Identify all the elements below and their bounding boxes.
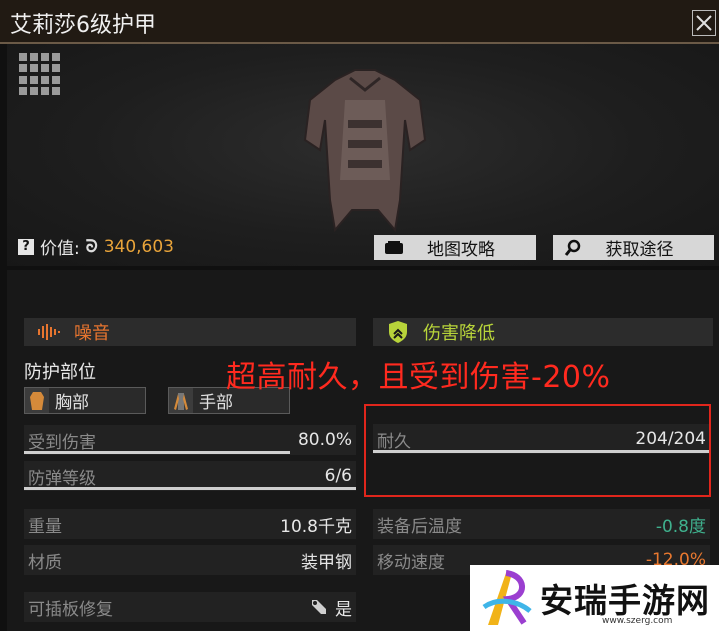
obtain-route-label: 获取途径 — [605, 240, 674, 260]
wrench-icon — [312, 600, 326, 614]
value-row: ? 价值: ᘐ 340,603 — [18, 234, 174, 259]
item-title: 艾莉莎6级护甲 — [10, 13, 156, 38]
value-amount: 340,603 — [103, 236, 175, 257]
currency-icon: ᘐ — [85, 236, 98, 257]
noise-label: 噪音 — [74, 323, 110, 344]
watermark-name: 安瑞手游网 — [540, 581, 710, 620]
stat-label: 防弹等级 — [28, 468, 96, 489]
close-icon — [696, 15, 712, 31]
protection-part-chest[interactable]: 胸部 — [24, 387, 146, 414]
shield-icon — [373, 320, 423, 344]
stat-label: 受到伤害 — [28, 432, 96, 453]
part-chest-label: 胸部 — [55, 393, 89, 413]
highlight-box — [364, 404, 711, 497]
stat-plate-repair: 可插板修复 是 — [24, 592, 356, 622]
search-icon — [553, 239, 593, 257]
watermark-logo-icon — [482, 570, 532, 625]
stat-value: 80.0% — [297, 430, 352, 450]
stat-value: 10.8千克 — [280, 516, 352, 537]
value-label: 价值: — [40, 239, 80, 259]
stat-value: 装甲钢 — [301, 552, 352, 573]
noise-icon — [24, 323, 74, 341]
damage-reduction-label: 伤害降低 — [423, 323, 495, 344]
stat-value: 6/6 — [324, 466, 352, 486]
chest-icon — [25, 388, 49, 413]
plate-repair-value: 是 — [335, 599, 352, 620]
stat-temperature: 装备后温度 -0.8度 — [373, 509, 710, 539]
protection-area-label: 防护部位 — [24, 362, 96, 383]
annotation-text: 超高耐久，且受到伤害-20% — [226, 360, 611, 395]
stat-value-wrap: 是 — [309, 595, 352, 620]
armor-image — [303, 69, 427, 233]
watermark: 安瑞手游网 www.szerg.com — [470, 565, 719, 631]
grid-size-icon — [19, 53, 61, 95]
stat-label: 装备后温度 — [377, 516, 462, 537]
map-guide-button[interactable]: 地图攻略 — [374, 235, 536, 260]
bulletproof-bar — [24, 487, 356, 490]
damage-taken-bar — [24, 451, 290, 454]
stat-label: 材质 — [28, 552, 62, 573]
stat-label: 可插板修复 — [28, 599, 113, 620]
close-button[interactable] — [692, 10, 716, 36]
noise-tag: 噪音 — [24, 318, 356, 346]
map-icon — [374, 240, 414, 256]
stat-label: 移动速度 — [377, 552, 445, 573]
map-guide-label: 地图攻略 — [427, 240, 495, 260]
arms-icon — [169, 388, 193, 413]
stat-material: 材质 装甲钢 — [24, 545, 356, 575]
help-icon[interactable]: ? — [18, 238, 34, 255]
stat-weight: 重量 10.8千克 — [24, 509, 356, 539]
obtain-route-button[interactable]: 获取途径 — [553, 235, 714, 260]
watermark-url: www.szerg.com — [602, 616, 673, 626]
damage-reduction-tag: 伤害降低 — [373, 318, 713, 346]
stat-value: -0.8度 — [655, 516, 706, 537]
stat-label: 重量 — [28, 516, 62, 537]
